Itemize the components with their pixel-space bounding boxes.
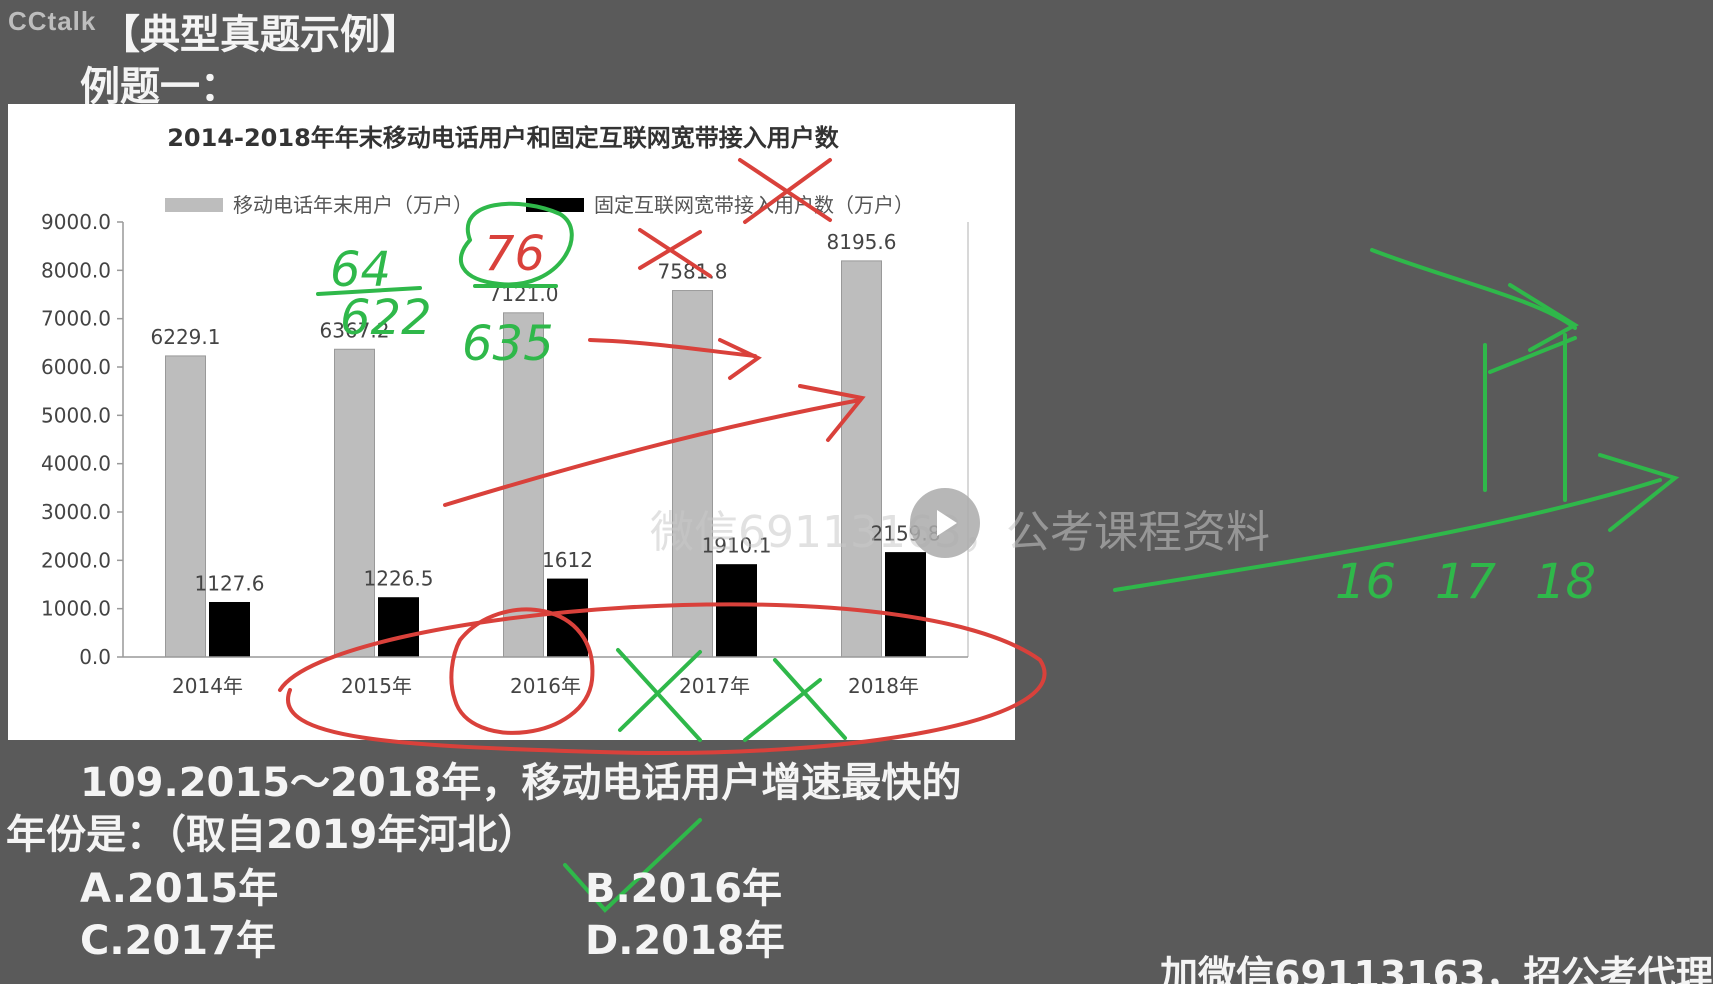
option-c[interactable]: C.2017年 xyxy=(80,908,276,966)
handwritten-18: 18 xyxy=(1535,554,1596,610)
green-cross-2018 xyxy=(743,678,822,742)
handwritten-76: 76 xyxy=(484,226,545,282)
bottom-banner: 加微信69113163，招公考代理 xyxy=(1160,953,1713,984)
question-line-2: 年份是：（取自2019年河北） xyxy=(6,812,538,858)
video-frame: CCtalk 【典型真题示例】 例题一： 2014-2018年年末移动电话用户和… xyxy=(0,0,1713,984)
handwritten-635: 635 xyxy=(462,316,554,372)
red-circle-2016 xyxy=(449,607,595,735)
option-a[interactable]: A.2015年 xyxy=(80,856,278,914)
red-arrow-1-head xyxy=(718,338,762,380)
handwritten-622: 622 xyxy=(340,290,432,346)
green-bar-top xyxy=(1488,336,1577,374)
option-d[interactable]: D.2018年 xyxy=(585,908,785,966)
handwritten-17: 17 xyxy=(1435,554,1497,610)
question-line-1: 109.2015～2018年，移动电话用户增速最快的 xyxy=(80,760,962,806)
play-icon xyxy=(937,510,957,536)
green-check-2018 xyxy=(773,658,847,740)
handwritten-16: 16 xyxy=(1335,554,1396,610)
red-ellipse-years xyxy=(278,602,1047,756)
option-b[interactable]: B.2016年 xyxy=(585,856,782,914)
red-arrow-2 xyxy=(443,398,862,507)
red-arrow-1 xyxy=(588,338,757,358)
play-button[interactable] xyxy=(910,488,980,558)
red-cross-a xyxy=(638,228,712,278)
red-arrow-2-head xyxy=(798,384,866,442)
green-upper-arrow xyxy=(1370,248,1577,330)
red-annotations xyxy=(278,158,1047,756)
